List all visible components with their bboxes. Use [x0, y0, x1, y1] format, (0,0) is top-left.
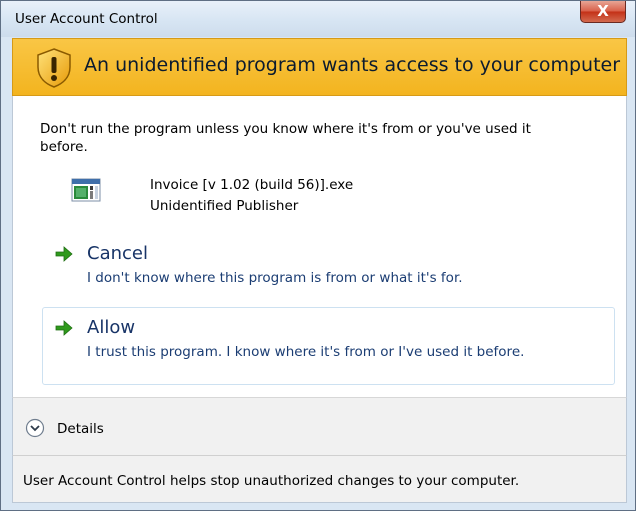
title-bar[interactable]: User Account Control X — [1, 1, 635, 37]
allow-label: Allow — [87, 317, 136, 338]
green-arrow-icon — [55, 246, 73, 262]
banner-message: An unidentified program wants access to … — [84, 54, 621, 76]
footer-text: User Account Control helps stop unauthor… — [23, 473, 520, 489]
cancel-option-button[interactable]: Cancel I don't know where this program i… — [42, 233, 615, 311]
warning-line-2: before. — [40, 139, 88, 155]
details-label: Details — [57, 421, 104, 437]
green-arrow-icon — [55, 320, 73, 336]
window-title: User Account Control — [15, 11, 158, 27]
chevron-down-circle-icon[interactable] — [25, 418, 45, 438]
cancel-label: Cancel — [87, 243, 148, 264]
close-button[interactable]: X — [580, 1, 626, 23]
warning-banner: An unidentified program wants access to … — [12, 38, 627, 96]
shield-warning-icon — [37, 48, 71, 88]
details-expander[interactable]: Details — [12, 397, 627, 455]
publisher-name: Unidentified Publisher — [150, 198, 299, 214]
program-icon — [71, 178, 101, 202]
footer: User Account Control helps stop unauthor… — [12, 455, 627, 503]
warning-line-1: Don't run the program unless you know wh… — [40, 121, 531, 137]
uac-dialog-window: User Account Control X An unidentified p… — [0, 0, 636, 511]
program-name: Invoice [v 1.02 (build 56)].exe — [150, 177, 354, 193]
dialog-content: Don't run the program unless you know wh… — [12, 96, 627, 397]
close-icon: X — [597, 2, 609, 20]
allow-option-button[interactable]: Allow I trust this program. I know where… — [42, 307, 615, 385]
cancel-description: I don't know where this program is from … — [87, 270, 463, 286]
warning-text: Don't run the program unless you know wh… — [40, 120, 600, 156]
allow-description: I trust this program. I know where it's … — [87, 344, 525, 360]
